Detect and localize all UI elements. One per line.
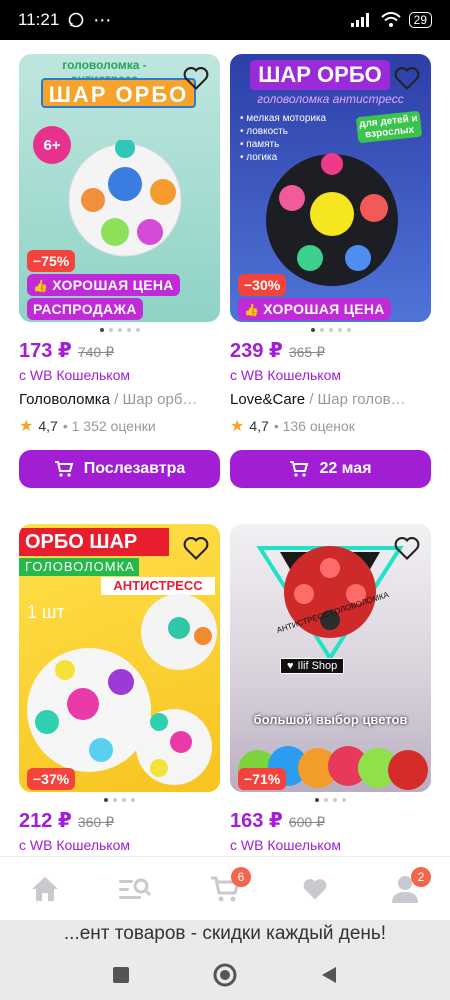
heart-logo-icon: ♥ (287, 660, 294, 672)
product-title[interactable]: Головоломка / Шар орб… (19, 391, 220, 408)
cart-badge: 6 (231, 866, 251, 887)
wallet-note: с WB Кошельком (230, 837, 341, 853)
star-icon: ★ (19, 418, 34, 435)
android-nav-bar (0, 950, 450, 1000)
orbo-ball-image (266, 153, 398, 286)
discount-badge: −71% (238, 768, 287, 790)
image-caption: большой выбор цветов (253, 712, 408, 727)
discount-badge: −75% (27, 250, 76, 272)
promo-ticker: ...ент товаров - скидки каждый день! (0, 920, 450, 950)
image-carousel-dots (230, 798, 431, 802)
heart-icon (303, 878, 327, 899)
delivery-label: Послезавтра (83, 460, 186, 477)
image-subtitle: головоломка антистресс (257, 92, 404, 106)
old-price: 360 ₽ (77, 814, 114, 830)
image-subtitle: ГОЛОВОЛОМКА (19, 558, 139, 576)
product-grid: головоломка - антистресс ШАР ОРБО 6+ −75… (0, 40, 450, 856)
rating-value: 4,7 (249, 418, 269, 434)
audience-badge: для детей и взрослых (355, 110, 423, 144)
add-to-cart-button[interactable]: 22 мая (230, 450, 431, 488)
thumbs-up-icon: 👍 (244, 303, 260, 317)
wallet-note: с WB Кошельком (19, 837, 130, 853)
tab-catalog[interactable] (115, 869, 155, 909)
image-title: ШАР ОРБО (250, 60, 390, 90)
rating-value: 4,7 (38, 418, 58, 434)
good-price-tag: 👍 ХОРОШАЯ ЦЕНА (27, 274, 180, 296)
old-price: 600 ₽ (288, 814, 325, 830)
product-card[interactable]: АНТИСТРЕСС ГОЛОВОЛОМКА ♥ Ilif Shop большо… (230, 524, 431, 853)
product-name: / Шар орб… (110, 391, 198, 408)
product-card[interactable]: головоломка - антистресс ШАР ОРБО 6+ −75… (19, 54, 220, 488)
price-row: 212 ₽ 360 ₽ (19, 808, 220, 833)
price-row: 163 ₽ 600 ₽ (230, 808, 431, 833)
more-icon: ⋯ (93, 9, 112, 30)
tab-cart[interactable]: 6 (205, 866, 251, 909)
sale-tag: РАСПРОДАЖА (27, 298, 143, 320)
battery-indicator: 29 (408, 12, 432, 28)
discount-badge: −37% (27, 768, 76, 790)
favorite-heart-icon[interactable] (182, 64, 210, 92)
image-carousel-dots (19, 328, 220, 332)
brand-name: Love&Care (230, 391, 306, 408)
image-carousel-dots (230, 328, 431, 332)
product-title[interactable]: Love&Care / Шар голов… (230, 391, 431, 408)
image-title: ШАР ОРБО (41, 78, 196, 108)
wifi-icon (380, 12, 401, 27)
good-price-tag: 👍 ХОРОШАЯ ЦЕНА (238, 298, 391, 320)
profile-badge: 2 (411, 866, 431, 887)
product-name: / Шар голов… (305, 391, 406, 408)
signal-icon (350, 13, 369, 27)
product-card[interactable]: ОРБО ШАР ГОЛОВОЛОМКА АНТИСТРЕСС 1 шт −37… (19, 524, 220, 853)
orbo-ball-image (68, 140, 182, 257)
image-title: ОРБО ШАР (19, 528, 169, 556)
image-carousel-dots (19, 798, 220, 802)
price-row: 239 ₽ 365 ₽ (230, 338, 431, 363)
tab-home[interactable] (25, 869, 65, 909)
catalog-search-icon (119, 878, 152, 899)
clock: 11:21 (18, 10, 60, 29)
product-image[interactable]: головоломка - антистресс ШАР ОРБО 6+ −75… (19, 54, 220, 322)
star-icon: ★ (230, 418, 245, 435)
review-count: • 1 352 оценки (62, 418, 156, 434)
wallet-note: с WB Кошельком (19, 367, 130, 383)
delivery-label: 22 мая (319, 460, 372, 477)
tab-profile[interactable]: 2 (385, 866, 431, 909)
favorite-heart-icon[interactable] (393, 64, 421, 92)
tab-favorites[interactable] (295, 869, 335, 909)
review-count: • 136 оценок (273, 418, 355, 434)
product-image[interactable]: ШАР ОРБО головоломка антистресс • мелкая… (230, 54, 431, 322)
current-price: 212 ₽ (19, 810, 72, 832)
price-row: 173 ₽ 740 ₽ (19, 338, 220, 363)
add-to-cart-button[interactable]: Послезавтра (19, 450, 220, 488)
cart-icon (54, 461, 74, 477)
current-price: 239 ₽ (230, 340, 283, 362)
product-card[interactable]: ШАР ОРБО головоломка антистресс • мелкая… (230, 54, 431, 488)
product-image[interactable]: ОРБО ШАР ГОЛОВОЛОМКА АНТИСТРЕСС 1 шт −37… (19, 524, 220, 792)
rating-row: ★ 4,7 • 136 оценок (230, 416, 431, 436)
shop-badge: ♥ Ilif Shop (280, 658, 345, 674)
home-button-icon[interactable] (213, 963, 237, 987)
cart-icon (290, 461, 309, 477)
status-bar: 11:21 ⋯ 29 (0, 0, 450, 40)
bottom-tab-bar: 6 2 (0, 856, 450, 920)
whatsapp-icon (68, 12, 84, 28)
recents-icon[interactable] (112, 966, 130, 984)
favorite-heart-icon[interactable] (182, 534, 210, 562)
product-image[interactable]: АНТИСТРЕСС ГОЛОВОЛОМКА ♥ Ilif Shop большо… (230, 524, 431, 792)
wallet-note: с WB Кошельком (230, 367, 341, 383)
old-price: 740 ₽ (77, 344, 114, 360)
discount-badge: −30% (238, 274, 287, 296)
orbo-balls-image (27, 594, 217, 785)
rating-row: ★ 4,7 • 1 352 оценки (19, 416, 220, 436)
home-icon (32, 876, 58, 901)
old-price: 365 ₽ (288, 344, 325, 360)
current-price: 173 ₽ (19, 340, 72, 362)
current-price: 163 ₽ (230, 810, 283, 832)
favorite-heart-icon[interactable] (393, 534, 421, 562)
back-icon[interactable] (320, 966, 338, 984)
thumbs-up-icon: 👍 (33, 279, 49, 293)
brand-name: Головоломка (19, 391, 111, 408)
